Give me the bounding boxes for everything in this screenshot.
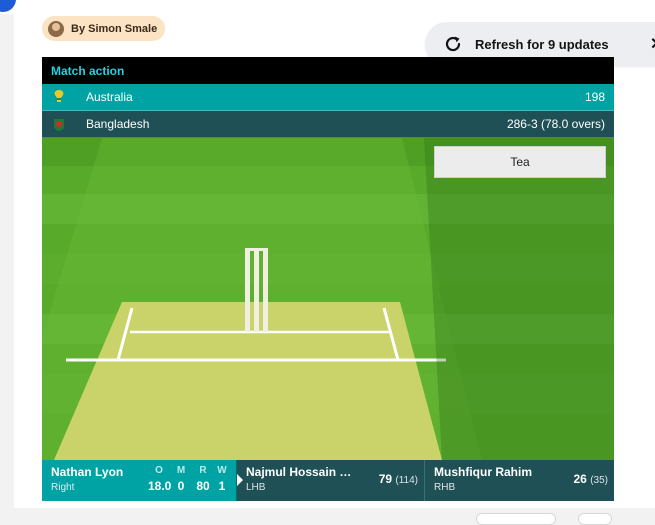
batter-runs: 79 (114)	[379, 472, 418, 486]
australia-flag-icon	[54, 90, 64, 102]
figure-value: 80	[196, 479, 210, 493]
close-icon[interactable]: ✕	[650, 34, 655, 54]
figure-header: O	[155, 465, 163, 476]
author-avatar	[48, 20, 64, 37]
batter-runs: 26 (35)	[574, 472, 609, 486]
refresh-icon	[445, 36, 461, 52]
bowler-panel: Nathan Lyon Right O M R W 18.0 0 80 1	[42, 460, 237, 501]
team-name: Australia	[86, 90, 133, 104]
batter-panel-non-striker: Mushfiqur Rahim RHB 26 (35)	[425, 460, 614, 501]
top-strip	[0, 0, 655, 14]
team-name: Bangladesh	[86, 117, 150, 131]
byline-badge[interactable]: By Simon Smale	[42, 16, 166, 41]
team-row-australia: Australia 198	[42, 84, 614, 111]
team-score: 198	[584, 90, 605, 104]
figure-header: R	[199, 465, 207, 476]
batter-balls: (35)	[590, 475, 608, 486]
batter-runs-value: 79	[378, 472, 393, 486]
team-row-bangladesh: Bangladesh 286-3 (78.0 overs)	[42, 111, 614, 138]
share-pill-button[interactable]	[476, 513, 556, 525]
cricket-field-graphic	[42, 138, 614, 460]
pitch-graphic: Tea	[42, 138, 614, 460]
figure-header: W	[217, 465, 227, 476]
match-action-title: Match action	[42, 57, 614, 84]
team-score: 286-3 (78.0 overs)	[506, 117, 605, 131]
bowler-figures: O M R W 18.0 0 80 1	[148, 465, 230, 493]
batter-balls: (114)	[395, 475, 418, 486]
refresh-label: Refresh for 9 updates	[475, 36, 609, 52]
players-bar: Nathan Lyon Right O M R W 18.0 0 80 1 Na…	[42, 460, 614, 501]
figure-value: 18.0	[148, 479, 172, 493]
figure-value: 1	[218, 479, 226, 493]
more-pill-button[interactable]	[578, 513, 612, 525]
on-strike-icon	[237, 474, 243, 486]
figure-value: 0	[177, 479, 185, 493]
byline-text: By Simon Smale	[71, 22, 158, 35]
match-status-box: Tea	[434, 146, 606, 178]
batter-runs-value: 26	[573, 472, 587, 486]
figure-header: M	[176, 465, 186, 476]
batter-panel-striker: Najmul Hossain … LHB 79 (114)	[237, 460, 425, 501]
bangladesh-flag-icon	[54, 119, 64, 131]
match-action-widget: Match action Australia 198 Bangladesh 28…	[42, 57, 614, 502]
